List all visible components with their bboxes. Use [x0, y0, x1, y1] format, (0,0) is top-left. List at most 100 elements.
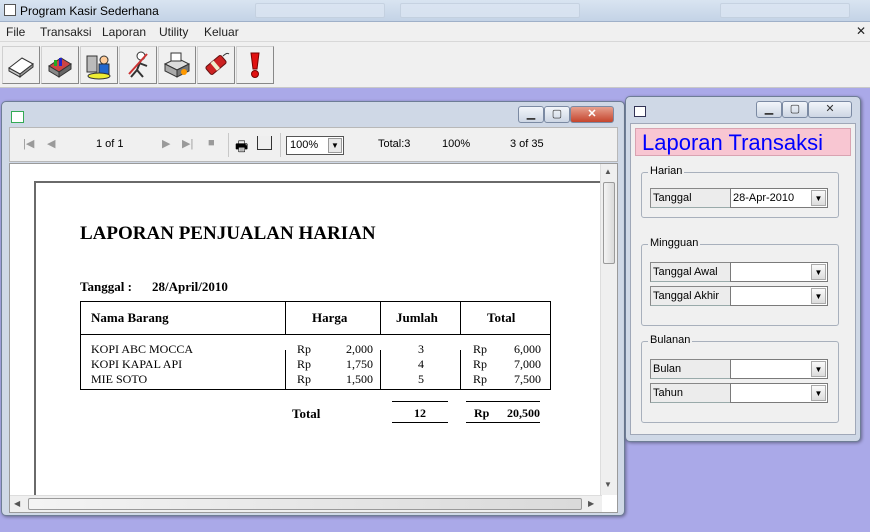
calculator-button[interactable]: [41, 46, 79, 84]
row-1-name: KOPI ABC MOCCA: [91, 342, 194, 356]
row-1-price: 2,000: [346, 342, 373, 356]
app-icon: [4, 4, 16, 16]
report-page: LAPORAN PENJUALAN HARIAN Tanggal : 28/Ap…: [36, 183, 604, 512]
prev-page-icon[interactable]: ◀: [47, 137, 55, 150]
scroll-up-icon[interactable]: ▲: [604, 167, 612, 176]
minimize-button[interactable]: ▁: [756, 101, 782, 118]
row-2-currency: Rp: [297, 357, 312, 371]
footer-qty-box: 12: [392, 401, 448, 423]
close-button[interactable]: ✕: [808, 101, 852, 118]
fax-printer-icon: [163, 52, 191, 78]
report-date-value: 28/April/2010: [152, 279, 228, 294]
row-3-price: 1,500: [346, 372, 373, 386]
zoom-select[interactable]: 100% ▼: [286, 136, 344, 155]
column-header-total: Total: [487, 310, 516, 325]
horizontal-scrollbar[interactable]: ◀ ▶: [10, 495, 602, 512]
app-title-bar: Program Kasir Sederhana: [0, 0, 870, 22]
row-2-total: 7,000: [514, 357, 541, 371]
column-header-harga: Harga: [312, 310, 348, 325]
menu-utility[interactable]: Utility: [159, 25, 188, 39]
report-viewport: LAPORAN PENJUALAN HARIAN Tanggal : 28/Ap…: [9, 163, 618, 513]
export-icon[interactable]: [257, 136, 272, 150]
tanggal-akhir-label: Tanggal Akhir: [650, 286, 730, 306]
chevron-down-icon[interactable]: ▼: [811, 190, 826, 206]
exit-button[interactable]: [236, 46, 274, 84]
row-3-currency: Rp: [297, 372, 312, 386]
row-1-currency: Rp: [297, 342, 312, 356]
group-mingguan: Mingguan Tanggal Awal ▼ Tanggal Akhir ▼: [641, 237, 839, 326]
column-header-jumlah: Jumlah: [396, 310, 438, 325]
menu-file[interactable]: File: [6, 25, 25, 39]
footer-total-box: Rp 20,500: [466, 401, 540, 423]
close-button[interactable]: ✕: [570, 106, 614, 123]
tanggal-awal-label: Tanggal Awal: [650, 262, 730, 282]
fax-button[interactable]: [158, 46, 196, 84]
scroll-left-icon[interactable]: ◀: [14, 499, 20, 508]
tahun-select[interactable]: ▼: [730, 383, 828, 403]
bulan-label: Bulan: [650, 359, 730, 379]
scroll-down-icon[interactable]: ▼: [604, 480, 612, 489]
chevron-down-icon[interactable]: ▼: [811, 361, 826, 377]
first-page-icon[interactable]: |◀: [23, 137, 34, 150]
next-page-icon[interactable]: ▶: [162, 137, 170, 150]
maximize-button[interactable]: ▢: [782, 101, 808, 118]
column-divider: [285, 302, 286, 334]
horizontal-scroll-thumb[interactable]: [28, 498, 582, 510]
maximize-button[interactable]: ▢: [544, 106, 570, 123]
footer-total-qty: 12: [414, 406, 426, 420]
vertical-scrollbar[interactable]: ▲ ▼: [600, 164, 617, 495]
row-3-total: 7,500: [514, 372, 541, 386]
footer-total-amount: 20,500: [507, 406, 540, 420]
row-1-qty: 3: [418, 342, 424, 356]
menu-laporan[interactable]: Laporan: [102, 25, 146, 39]
row-2-qty: 4: [418, 357, 424, 371]
exclamation-icon: [250, 52, 260, 78]
chevron-down-icon[interactable]: ▼: [811, 288, 826, 304]
scroll-right-icon[interactable]: ▶: [588, 499, 594, 508]
row-2-price: 1,750: [346, 357, 373, 371]
row-3-name: MIE SOTO: [91, 372, 148, 386]
eraser-button[interactable]: [2, 46, 40, 84]
row-1-currency-total: Rp: [473, 342, 488, 356]
window-icon: [634, 106, 646, 117]
minimize-button[interactable]: ▁: [518, 106, 544, 123]
tanggal-awal-select[interactable]: ▼: [730, 262, 828, 282]
group-bulanan-label: Bulanan: [648, 334, 693, 346]
separator: [228, 133, 229, 157]
last-page-icon[interactable]: ▶|: [182, 137, 193, 150]
report-toolbar: |◀ ◀ 1 of 1 ▶ ▶| ■ 🖶 100% ▼ Total:3 100%…: [9, 127, 618, 162]
report-filter-window: ▁ ▢ ✕ Laporan Transaksi Harian Tanggal 2…: [625, 96, 861, 442]
eraser-icon: [8, 57, 34, 79]
window-icon: [11, 111, 24, 123]
percent-complete: 100%: [442, 138, 471, 150]
column-divider: [380, 302, 381, 334]
report-table: Nama Barang Harga Jumlah Total KOPI ABC …: [80, 301, 551, 390]
group-bulanan: Bulanan Bulan ▼ Tahun ▼: [641, 334, 839, 423]
separator: [280, 133, 281, 157]
total-records: Total:3: [378, 138, 411, 150]
filter-heading-text: Laporan Transaksi: [642, 130, 823, 155]
mdi-close-icon[interactable]: ✕: [856, 24, 866, 38]
filter-heading: Laporan Transaksi: [635, 128, 851, 156]
dynamite-button[interactable]: [197, 46, 235, 84]
tanggal-select[interactable]: 28-Apr-2010 ▼: [730, 188, 828, 208]
calculator-chart-icon: [48, 57, 72, 78]
row-3-qty: 5: [418, 372, 424, 386]
chevron-down-icon[interactable]: ▼: [811, 264, 826, 280]
stop-icon[interactable]: ■: [208, 137, 215, 149]
background-tab: [255, 3, 385, 18]
person-pen-icon: [128, 51, 148, 78]
menu-transaksi[interactable]: Transaksi: [40, 25, 92, 39]
print-icon[interactable]: 🖶: [235, 136, 248, 160]
vertical-scroll-thumb[interactable]: [603, 182, 615, 264]
person-button[interactable]: [119, 46, 157, 84]
menu-bar: File Transaksi Laporan Utility Keluar ✕: [0, 22, 870, 42]
chevron-down-icon: ▼: [328, 138, 342, 153]
background-tab: [400, 3, 580, 18]
background-tab: [720, 3, 850, 18]
chevron-down-icon[interactable]: ▼: [811, 385, 826, 401]
bulan-select[interactable]: ▼: [730, 359, 828, 379]
tanggal-akhir-select[interactable]: ▼: [730, 286, 828, 306]
users-button[interactable]: [80, 46, 118, 84]
menu-keluar[interactable]: Keluar: [204, 25, 239, 39]
